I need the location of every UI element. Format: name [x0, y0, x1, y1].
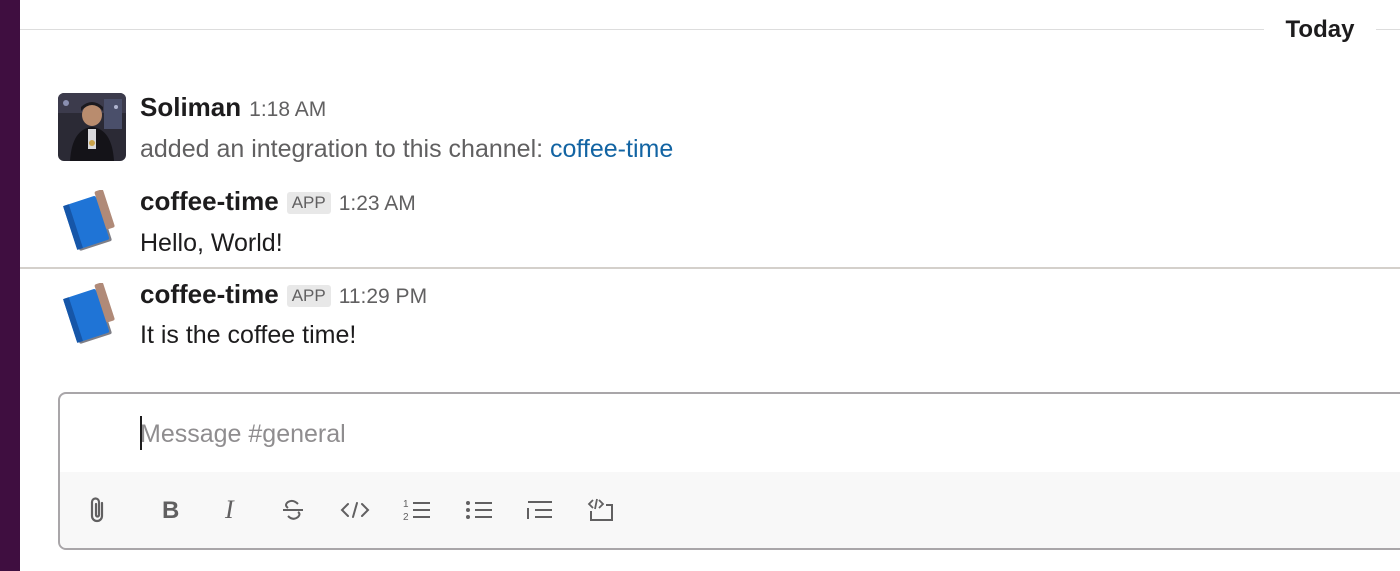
- svg-text:B: B: [162, 497, 179, 523]
- message-text-prefix: added an integration to this channel:: [140, 135, 551, 163]
- message-timestamp[interactable]: 1:23 AM: [339, 192, 416, 216]
- user-avatar-photo: [58, 93, 126, 161]
- date-divider-label[interactable]: Today: [1264, 14, 1376, 46]
- attach-icon[interactable]: [78, 490, 118, 530]
- message-text: added an integration to this channel: co…: [140, 135, 673, 164]
- code-block-icon[interactable]: [581, 490, 621, 530]
- message-header: coffee-time APP 11:29 PM: [140, 279, 427, 310]
- svg-text:1: 1: [403, 499, 409, 510]
- code-icon[interactable]: [335, 490, 375, 530]
- message-header: Soliman 1:18 AM: [140, 92, 326, 123]
- strikethrough-icon[interactable]: [273, 490, 313, 530]
- bulleted-list-icon[interactable]: [459, 490, 499, 530]
- notebook-icon: [63, 190, 115, 251]
- blockquote-icon[interactable]: [520, 490, 560, 530]
- integration-link[interactable]: coffee-time: [550, 135, 673, 163]
- sender-name[interactable]: coffee-time: [140, 279, 279, 310]
- app-badge: APP: [286, 285, 331, 307]
- workspace-sidebar-edge: [0, 0, 20, 571]
- avatar[interactable]: [58, 190, 126, 258]
- svg-text:2: 2: [403, 512, 409, 523]
- message-input[interactable]: Message #general: [140, 420, 346, 449]
- message-header: coffee-time APP 1:23 AM: [140, 186, 416, 217]
- message-composer[interactable]: Message #general B I 12: [58, 392, 1400, 550]
- avatar[interactable]: [58, 283, 126, 351]
- message-timestamp[interactable]: 11:29 PM: [339, 285, 427, 309]
- app-badge: APP: [286, 192, 331, 214]
- bold-icon[interactable]: B: [151, 490, 191, 530]
- new-messages-line: [20, 267, 1400, 269]
- ordered-list-icon[interactable]: 12: [397, 490, 437, 530]
- message-timestamp[interactable]: 1:18 AM: [249, 98, 326, 122]
- svg-text:I: I: [224, 497, 235, 523]
- sender-name[interactable]: coffee-time: [140, 186, 279, 217]
- sender-name[interactable]: Soliman: [140, 92, 241, 123]
- date-divider: [20, 29, 1400, 30]
- message-text: It is the coffee time!: [140, 321, 357, 349]
- message-text: Hello, World!: [140, 229, 283, 257]
- formatting-toolbar: B I 12: [60, 472, 1400, 548]
- italic-icon[interactable]: I: [211, 490, 251, 530]
- notebook-icon: [63, 283, 115, 344]
- avatar[interactable]: [58, 93, 126, 161]
